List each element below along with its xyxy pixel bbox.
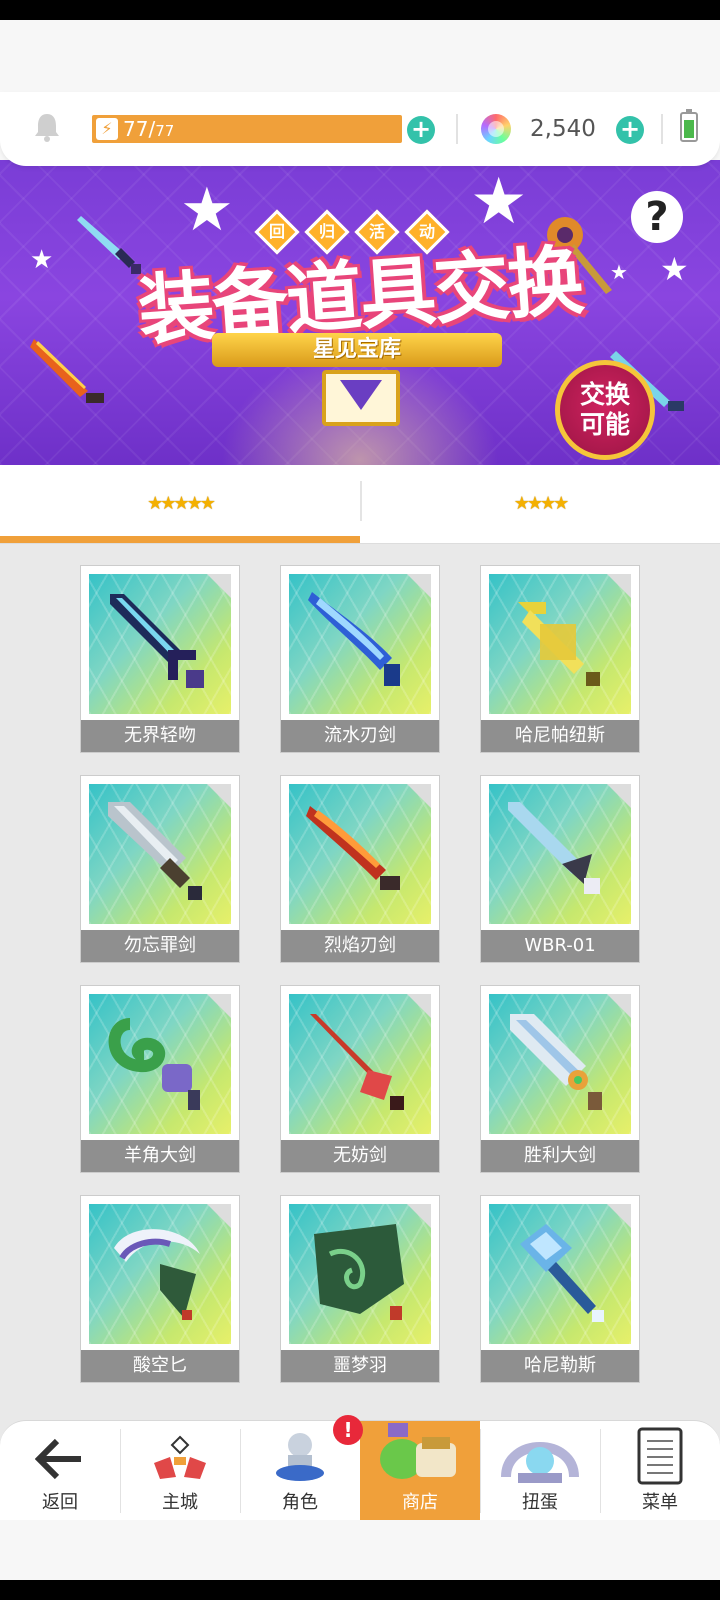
tab-four-star[interactable]: ★★★★ [360, 465, 720, 543]
active-tab-indicator [0, 536, 360, 543]
item-art [489, 994, 631, 1134]
victory-greatsword-icon [510, 1014, 602, 1110]
gacha-icon [501, 1442, 579, 1483]
nav-spacer [0, 1520, 720, 1580]
nav-menu[interactable]: 菜单 [600, 1421, 720, 1521]
scythe-dagger-icon [114, 1229, 200, 1320]
add-gems-button[interactable]: + [616, 116, 644, 144]
star-icon: ★ [30, 245, 54, 275]
flame-blade-icon [306, 806, 400, 890]
gem-count: 2,540 [530, 116, 596, 142]
item-card[interactable]: 流水刃剑 [280, 565, 440, 753]
nightmare-feather-icon [314, 1224, 404, 1320]
item-art [489, 1204, 631, 1344]
item-card[interactable]: 噩梦羽 [280, 1195, 440, 1383]
tab-five-star[interactable]: ★★★★★ [0, 465, 360, 543]
nav-main-city[interactable]: 主城 [120, 1421, 240, 1521]
ice-hammer-icon [520, 1224, 604, 1322]
item-card[interactable]: 哈尼帕纽斯 [480, 565, 640, 753]
character-icon [276, 1433, 324, 1481]
golden-mace-icon [518, 602, 600, 686]
exchange-badge: 交换 可能 [555, 360, 655, 460]
red-rapier-icon [310, 1014, 404, 1110]
item-name: 无界轻吻 [81, 720, 239, 752]
item-card[interactable]: 胜利大剑 [480, 985, 640, 1173]
item-name: 哈尼帕纽斯 [481, 720, 639, 752]
tech-sword-icon [508, 802, 600, 894]
item-name: 勿忘罪剑 [81, 930, 239, 962]
back-arrow-icon [35, 1438, 81, 1480]
star-icon: ★ [660, 250, 689, 288]
item-art [489, 784, 631, 924]
item-name: 烈焰刃剑 [281, 930, 439, 962]
item-card[interactable]: WBR-01 [480, 775, 640, 963]
rarity-tabs: ★★★★★ ★★★★ [0, 465, 720, 544]
item-card[interactable]: 烈焰刃剑 [280, 775, 440, 963]
grey-greatsword-icon [108, 802, 202, 900]
item-art [489, 574, 631, 714]
item-card[interactable]: 无界轻吻 [80, 565, 240, 753]
rainbow-gem-icon [481, 114, 511, 144]
item-card[interactable]: 羊角大剑 [80, 985, 240, 1173]
item-art [289, 1204, 431, 1344]
divider [456, 114, 458, 144]
item-card[interactable]: 无妨剑 [280, 985, 440, 1173]
item-card[interactable]: 哈尼勒斯 [480, 1195, 640, 1383]
castle-icon [154, 1435, 206, 1479]
battery-icon [680, 109, 698, 142]
item-card[interactable]: 酸空匕 [80, 1195, 240, 1383]
item-art [289, 784, 431, 924]
item-art [89, 1204, 231, 1344]
water-blade-icon [308, 592, 400, 686]
item-art [289, 574, 431, 714]
add-energy-button[interactable]: + [407, 116, 435, 144]
resource-bar: ⚡ 77/77 + 2,540 + [0, 92, 720, 166]
status-bar [0, 0, 720, 20]
item-art [89, 784, 231, 924]
item-art [289, 994, 431, 1134]
ram-horn-sword-icon [108, 1018, 200, 1110]
nav-gacha[interactable]: 扭蛋 [480, 1421, 600, 1521]
item-art [89, 574, 231, 714]
nav-back[interactable]: 返回 [0, 1421, 120, 1521]
item-name: 胜利大剑 [481, 1140, 639, 1172]
menu-list-icon [637, 1427, 683, 1485]
help-button[interactable]: ? [631, 191, 683, 243]
notification-badge: ! [333, 1415, 363, 1445]
nav-shop[interactable]: 商店 [360, 1421, 480, 1521]
star-icon: ★ [180, 175, 234, 245]
shop-bag-icon [380, 1423, 456, 1479]
energy-bar: ⚡ 77/77 [92, 115, 402, 143]
banner-subtitle: 星见宝库 [212, 333, 502, 367]
item-name: 酸空匕 [81, 1350, 239, 1382]
item-name: 噩梦羽 [281, 1350, 439, 1382]
item-name: 流水刃剑 [281, 720, 439, 752]
item-card[interactable]: 勿忘罪剑 [80, 775, 240, 963]
system-bar [0, 1580, 720, 1600]
item-art [89, 994, 231, 1134]
energy-value: 77/77 [123, 117, 175, 141]
item-name: 哈尼勒斯 [481, 1350, 639, 1382]
item-name: WBR-01 [481, 930, 639, 962]
item-name: 羊角大剑 [81, 1140, 239, 1172]
event-banner[interactable]: ★ ★ ★ ★ ★ ? 回 归 活 动 装备道具交换 星见宝库 交换 可能 [0, 160, 720, 465]
event-tag: 归 [304, 209, 350, 255]
event-tag: 回 [254, 209, 300, 255]
star-icon: ★ [470, 165, 528, 239]
lightning-icon: ⚡ [96, 118, 118, 140]
dark-blue-sword-icon [110, 594, 204, 688]
item-name: 无妨剑 [281, 1140, 439, 1172]
treasure-chest-icon [322, 370, 400, 426]
bell-icon[interactable] [30, 110, 64, 144]
divider [661, 114, 663, 144]
